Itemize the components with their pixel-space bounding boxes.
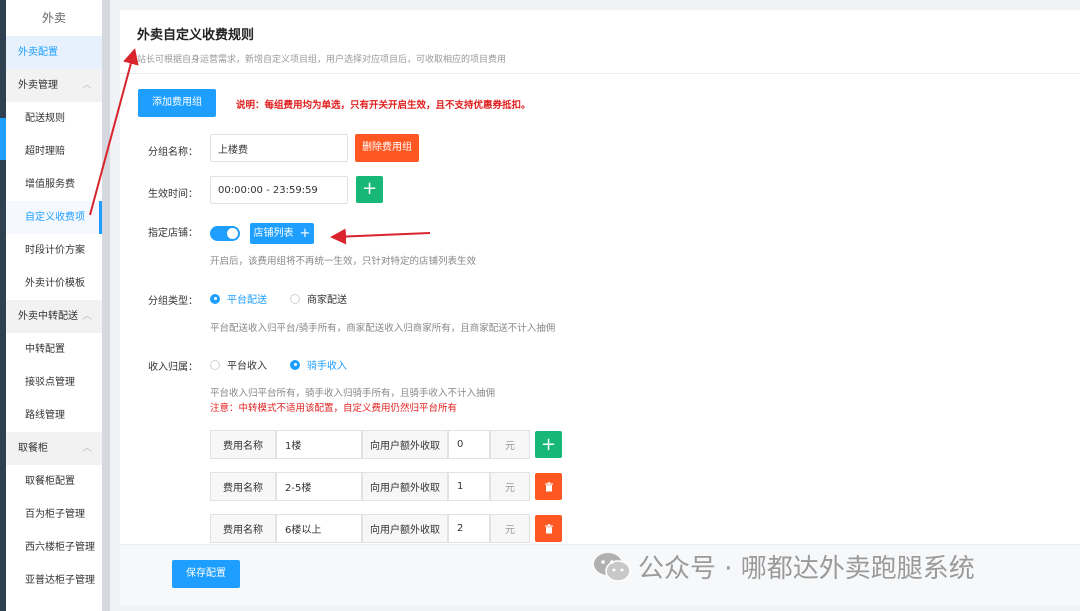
plus-icon: + [299,226,311,241]
sidebar-group-label: 外卖管理 [18,80,58,91]
save-config-button[interactable]: 保存配置 [172,560,240,588]
sidebar-item-baiwei-lockers[interactable]: 百为柜子管理 [6,498,102,531]
radio-merchant-delivery[interactable]: 商家配送 [290,291,347,306]
income-label: 收入归属： [148,362,198,373]
radio-dot [210,359,220,370]
sidebar-item-xiliulou-lockers[interactable]: 西六楼柜子管理 [6,531,102,564]
watermark: 公众号 · 哪都达外卖跑腿系统 [592,548,975,585]
radio-label: 平台收入 [227,361,267,372]
fee-name-label: 费用名称 [210,514,276,543]
sidebar: 外卖 外卖配置 外卖管理 ︿ 配送规则 超时理赔 增值服务费 自定义收费项 时段… [6,0,102,611]
fee-amount-input[interactable]: 2 [448,514,490,543]
add-fee-group-button[interactable]: 添加费用组 [138,89,216,117]
fee-name-input[interactable]: 1楼 [276,430,362,459]
effective-time-input[interactable]: 00:00:00 - 23:59:59 [210,176,348,204]
radio-label: 平台配送 [227,295,267,306]
fee-unit: 元 [490,472,530,501]
fee-row: 费用名称 1楼 向用户额外收取 0 元 [210,430,530,459]
trash-icon [544,481,553,491]
radio-rider-income[interactable]: 骑手收入 [290,357,347,372]
fee-amount-input[interactable]: 0 [448,430,490,459]
fee-charge-label: 向用户额外收取 [362,514,448,543]
assign-store-label: 指定店铺： [148,228,198,239]
delete-fee-group-button[interactable]: 删除费用组 [355,134,419,162]
fee-amount-value: 2 [457,523,464,534]
assign-store-toggle[interactable] [210,226,240,241]
income-help: 平台收入归平台所有，骑手收入归骑手所有，且骑手收入不计入抽佣 [210,388,496,399]
assign-store-help: 开启后，该费用组将不再统一生效，只针对特定的店铺列表生效 [210,256,477,267]
sidebar-group-label: 外卖中转配送 [18,311,78,322]
sidebar-item-pickup-points[interactable]: 接驳点管理 [6,366,102,399]
fee-charge-label: 向用户额外收取 [362,472,448,501]
add-fee-row-button[interactable]: + [535,431,562,458]
add-time-button[interactable]: + [356,176,383,203]
fee-name-label: 费用名称 [210,472,276,501]
radio-dot [210,293,220,304]
fee-name-input[interactable]: 6楼以上 [276,514,362,543]
radio-label: 骑手收入 [307,361,347,372]
fee-amount-value: 0 [457,439,464,450]
fee-amount-value: 1 [457,481,464,492]
sidebar-item-custom-fees[interactable]: 自定义收费项 [6,201,102,234]
chevron-up-icon: ︿ [82,443,92,454]
plus-icon: + [540,434,557,455]
radio-dot [290,359,300,370]
sidebar-item-routes[interactable]: 路线管理 [6,399,102,432]
group-type-label: 分组类型： [148,296,198,307]
radio-platform-income[interactable]: 平台收入 [210,357,267,372]
delete-fee-row-button[interactable] [535,515,562,542]
delete-fee-row-button[interactable] [535,473,562,500]
sidebar-item-pricing-template[interactable]: 外卖计价模板 [6,267,102,300]
radio-platform-delivery[interactable]: 平台配送 [210,291,267,306]
sidebar-item-value-added-fee[interactable]: 增值服务费 [6,168,102,201]
group-type-help: 平台配送收入归平台/骑手所有，商家配送收入归商家所有，且商家配送不计入抽佣 [210,323,556,334]
group-name-input[interactable]: 上楼费 [210,134,348,162]
chevron-up-icon: ︿ [82,80,92,91]
fee-charge-label: 向用户额外收取 [362,430,448,459]
panel-header: 外卖自定义收费规则 站长可根据自身运营需求，新增自定义项目组，用户选择对应项目后… [120,10,1080,74]
sidebar-group-transfer[interactable]: 外卖中转配送 ︿ [6,300,102,333]
sidebar-item-waimai-config[interactable]: 外卖配置 [6,36,102,69]
sidebar-title: 外卖 [41,11,66,25]
sidebar-item-delivery-rules[interactable]: 配送规则 [6,102,102,135]
sidebar-item-transfer-config[interactable]: 中转配置 [6,333,102,366]
store-list-label: 店铺列表 [253,228,294,239]
toggle-knob [227,228,238,239]
fee-row: 费用名称 6楼以上 向用户额外收取 2 元 [210,514,530,543]
fee-name-value: 2-5楼 [285,483,312,494]
fee-name-input[interactable]: 2-5楼 [276,472,362,501]
fee-name-label: 费用名称 [210,430,276,459]
fee-name-value: 1楼 [285,441,302,452]
sidebar-item-timeout-claims[interactable]: 超时理赔 [6,135,102,168]
wechat-icon [594,552,631,582]
store-list-button[interactable]: 店铺列表 + [250,223,314,244]
fee-unit: 元 [490,430,530,459]
main-panel: 外卖自定义收费规则 站长可根据自身运营需求，新增自定义项目组，用户选择对应项目后… [120,10,1080,606]
radio-dot [290,293,300,304]
chevron-up-icon: ︿ [82,311,92,322]
fee-unit: 元 [490,514,530,543]
radio-label: 商家配送 [307,295,347,306]
sidebar-group-label: 取餐柜 [18,443,48,454]
sidebar-item-yapuda-lockers[interactable]: 亚普达柜子管理 [6,564,102,597]
fee-name-value: 6楼以上 [285,525,322,536]
effective-time-label: 生效时间： [148,189,198,200]
watermark-text: 公众号 · 哪都达外卖跑腿系统 [638,554,975,584]
group-name-value: 上楼费 [218,144,248,156]
fee-row: 费用名称 2-5楼 向用户额外收取 1 元 [210,472,530,501]
sidebar-item-time-pricing[interactable]: 时段计价方案 [6,234,102,267]
fee-group-note: 说明：每组费用均为单选，只有开关开启生效，且不支持优惠券抵扣。 [236,100,531,111]
sidebar-group-lockers[interactable]: 取餐柜 ︿ [6,432,102,465]
sidebar-scrollbar[interactable] [102,0,110,611]
fee-amount-input[interactable]: 1 [448,472,490,501]
page-description: 站长可根据自身运营需求，新增自定义项目组，用户选择对应项目后，可收取相应的项目费… [137,55,507,65]
sidebar-item-locker-config[interactable]: 取餐柜配置 [6,465,102,498]
trash-icon [544,523,553,533]
income-warning: 注意：中转模式不适用该配置，自定义费用仍然归平台所有 [210,403,458,414]
page-title: 外卖自定义收费规则 [137,28,255,43]
group-name-label: 分组名称： [148,147,198,158]
sidebar-group-waimai-manage[interactable]: 外卖管理 ︿ [6,69,102,102]
effective-time-value: 00:00:00 - 23:59:59 [218,184,318,196]
